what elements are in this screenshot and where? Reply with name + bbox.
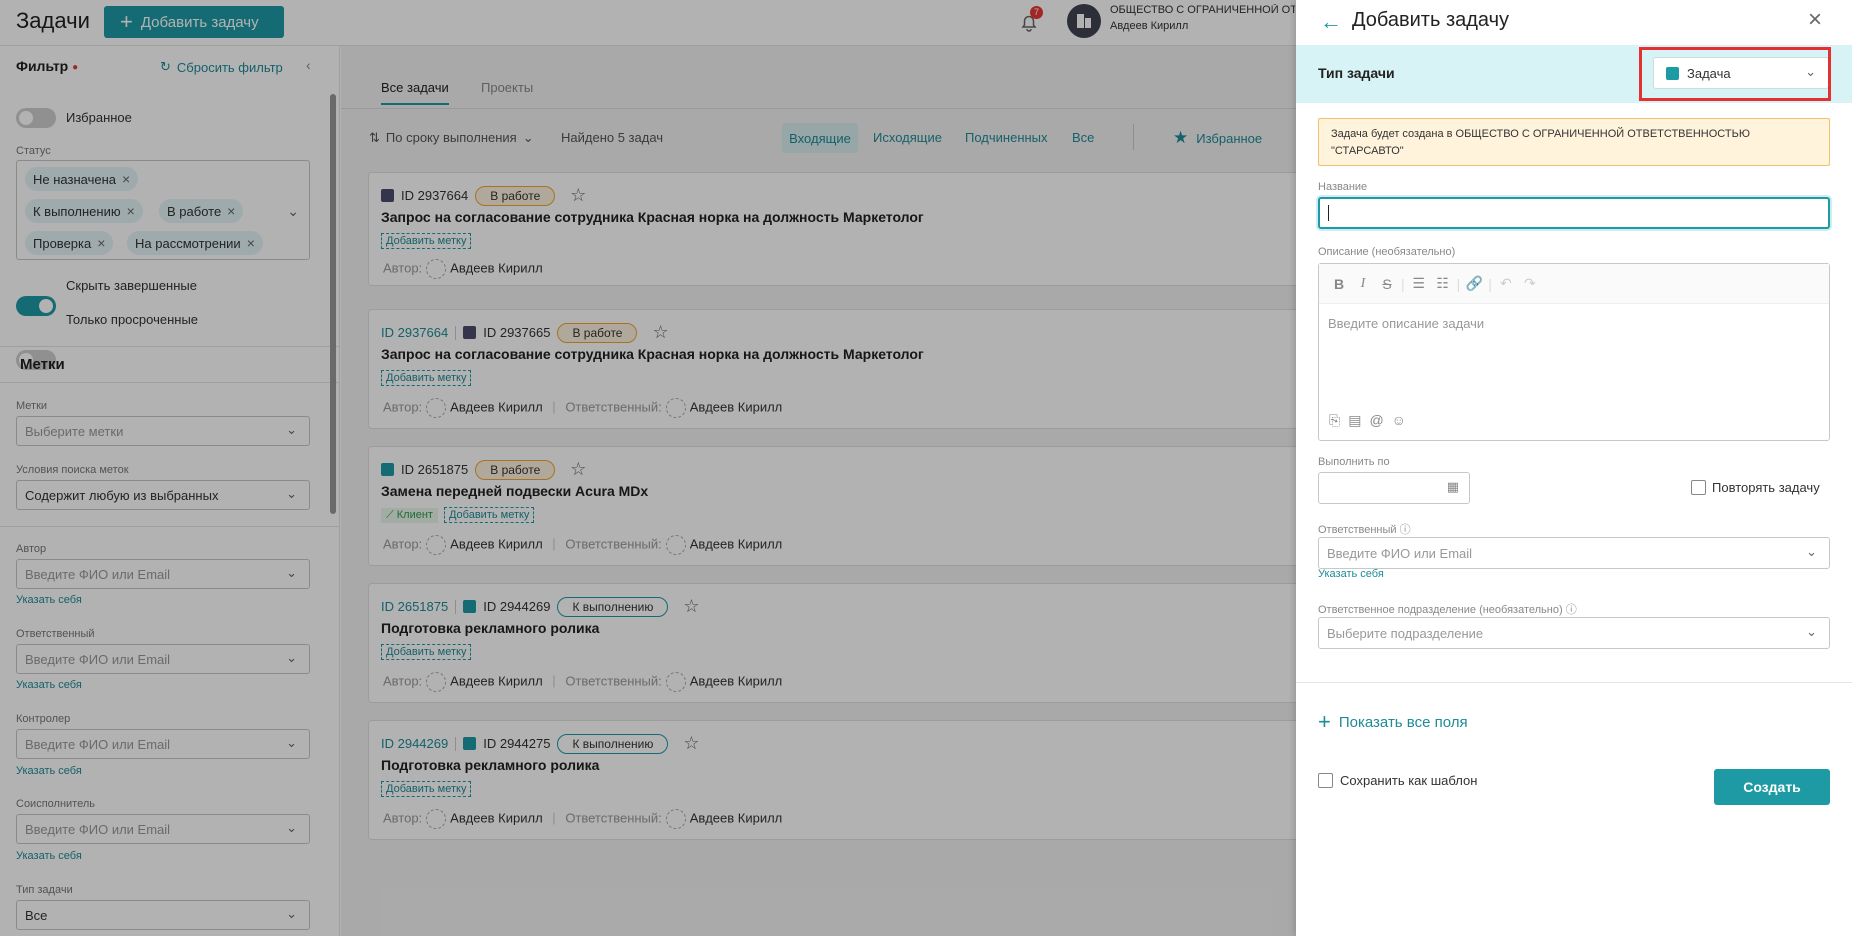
bold-icon[interactable]: B xyxy=(1327,276,1351,292)
help-icon[interactable]: ⓘ xyxy=(1566,604,1577,616)
dept-select[interactable]: Выберите подразделение ⌄ xyxy=(1318,617,1830,649)
italic-icon[interactable]: I xyxy=(1351,276,1375,292)
chevron-down-icon: ⌄ xyxy=(1806,624,1817,639)
emoji-icon[interactable]: ☺ xyxy=(1392,412,1406,429)
due-date-input[interactable]: ▦ xyxy=(1318,472,1470,504)
responsible-placeholder: Введите ФИО или Email xyxy=(1327,545,1473,561)
bullet-list-icon[interactable]: ☰ xyxy=(1407,275,1431,292)
description-placeholder: Введите описание задачи xyxy=(1328,316,1485,331)
dept-label: Ответственное подразделение (необязатель… xyxy=(1318,601,1577,617)
repeat-checkbox[interactable] xyxy=(1691,480,1706,495)
plus-icon: + xyxy=(1318,709,1331,734)
due-label: Выполнить по xyxy=(1318,456,1390,468)
responsible-label-text: Ответственный xyxy=(1318,524,1397,536)
redo-icon[interactable]: ↷ xyxy=(1518,275,1542,292)
undo-icon[interactable]: ↶ xyxy=(1494,275,1518,292)
responsible-self-link[interactable]: Указать себя xyxy=(1318,568,1384,580)
mention-icon[interactable]: @ xyxy=(1369,412,1383,429)
show-all-fields-label: Показать все поля xyxy=(1338,713,1468,731)
task-type-label: Тип задачи xyxy=(1318,65,1395,81)
responsible-label: Ответственный ⓘ xyxy=(1318,521,1411,537)
divider xyxy=(1296,682,1852,683)
name-label: Название xyxy=(1318,181,1368,193)
notice-prefix: Задача будет создана в xyxy=(1331,128,1453,140)
numbered-list-icon[interactable]: ☷ xyxy=(1431,275,1455,292)
help-icon[interactable]: ⓘ xyxy=(1400,524,1411,536)
strikethrough-icon[interactable]: S xyxy=(1375,276,1399,292)
org-notice: Задача будет создана в ОБЩЕСТВО С ОГРАНИ… xyxy=(1318,118,1830,166)
description-label: Описание (необязательно) xyxy=(1318,246,1456,258)
dept-placeholder: Выберите подразделение xyxy=(1327,625,1484,641)
close-icon[interactable]: × xyxy=(1808,6,1822,34)
responsible-select[interactable]: Введите ФИО или Email ⌄ xyxy=(1318,537,1830,569)
show-all-fields-button[interactable]: + Показать все поля xyxy=(1318,709,1468,734)
repeat-label: Повторять задачу xyxy=(1712,480,1820,495)
save-template-checkbox[interactable] xyxy=(1318,773,1333,788)
task-type-bar: Тип задачи Задача ⌄ xyxy=(1296,45,1852,103)
template-icon[interactable]: ▤ xyxy=(1348,412,1361,429)
modal-backdrop[interactable] xyxy=(0,0,1296,936)
create-button[interactable]: Создать xyxy=(1714,769,1830,805)
text-cursor xyxy=(1328,205,1329,221)
dept-label-text: Ответственное подразделение (необязатель… xyxy=(1318,604,1563,616)
editor-toolbar: B I S | ☰ ☷ | 🔗 | ↶ ↷ xyxy=(1319,264,1829,304)
highlight-frame xyxy=(1639,47,1831,101)
add-task-panel: ← Добавить задачу × Тип задачи Задача ⌄ … xyxy=(1296,0,1852,936)
attachment-icon[interactable]: ⎘ xyxy=(1329,412,1340,429)
name-input[interactable] xyxy=(1318,197,1830,229)
back-arrow-icon[interactable]: ← xyxy=(1320,9,1342,35)
link-icon[interactable]: 🔗 xyxy=(1462,275,1486,292)
editor-footer: ⎘ ▤ @ ☺ xyxy=(1329,412,1406,429)
calendar-icon[interactable]: ▦ xyxy=(1447,479,1459,495)
chevron-down-icon: ⌄ xyxy=(1806,544,1817,559)
save-template-label: Сохранить как шаблон xyxy=(1340,773,1478,788)
description-editor[interactable]: B I S | ☰ ☷ | 🔗 | ↶ ↷ Введите описание з… xyxy=(1318,263,1830,441)
panel-title: Добавить задачу xyxy=(1352,9,1510,31)
